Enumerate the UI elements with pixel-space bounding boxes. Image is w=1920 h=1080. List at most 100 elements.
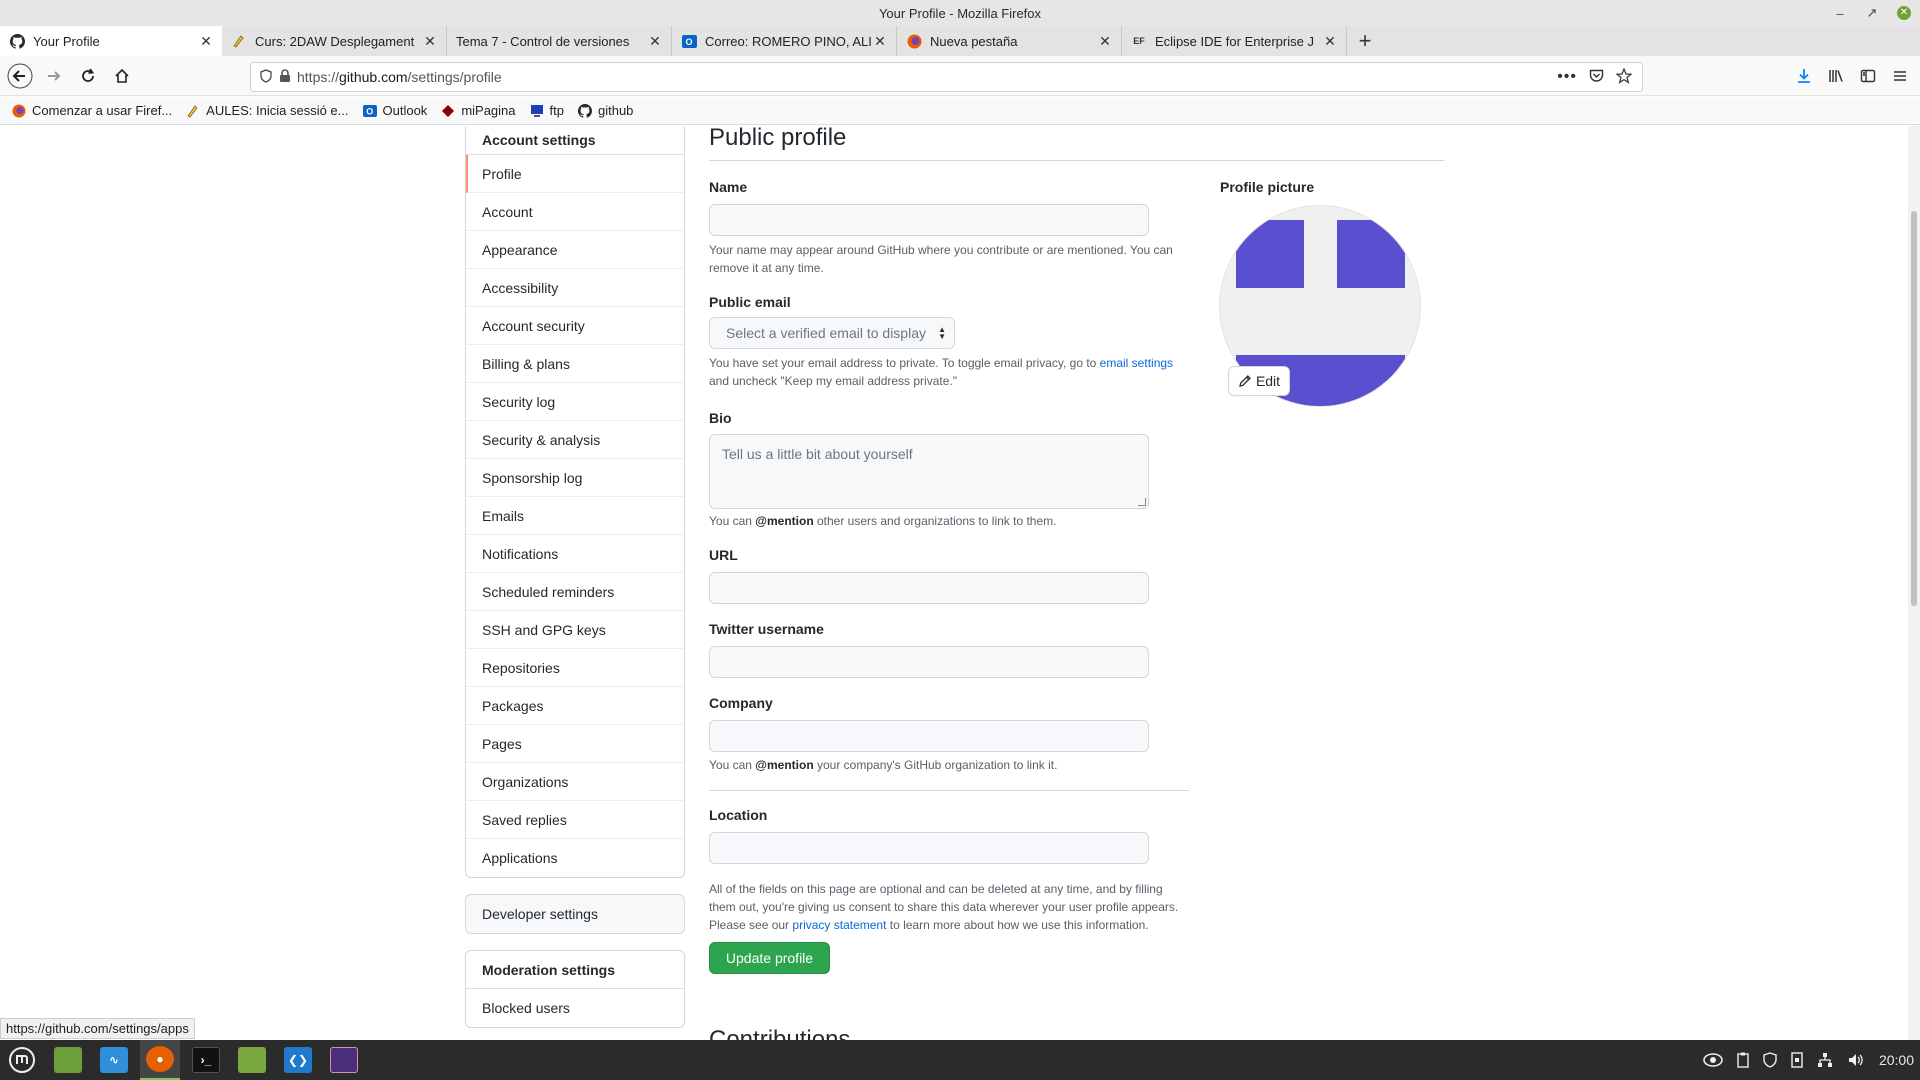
bookmark-mipagina[interactable]: miPagina [441,103,516,118]
library-icon[interactable] [1820,60,1852,92]
vertical-scrollbar[interactable] [1908,126,1920,1052]
volume-icon[interactable] [1847,1052,1863,1068]
update-profile-button[interactable]: Update profile [709,942,830,974]
taskbar-eclipse[interactable] [324,1040,364,1080]
close-tab-icon[interactable]: ✕ [422,33,438,50]
bookmark-ftp[interactable]: ftp [530,103,564,118]
public-email-select[interactable]: Select a verified email to display ▲ ▼ [709,317,955,349]
scrollbar-thumb[interactable] [1911,211,1917,606]
sidebar-item-accessibility[interactable]: Accessibility [466,269,684,307]
maximize-icon[interactable]: ↗ [1856,5,1888,21]
clock[interactable]: 20:00 [1879,1052,1914,1068]
sidebar-item-appearance[interactable]: Appearance [466,231,684,269]
forward-button[interactable] [38,60,70,92]
moderation-settings-heading: Moderation settings [466,951,684,989]
lock-icon[interactable] [279,68,291,86]
bookmark-comenzar[interactable]: Comenzar a usar Firef... [12,103,172,118]
sidebar-item-sponsorship-log[interactable]: Sponsorship log [466,459,684,497]
taskbar-monitor[interactable]: ∿ [94,1040,134,1080]
taskbar-folder[interactable] [232,1040,272,1080]
tracking-shield-icon[interactable] [259,68,273,86]
privacy-statement-link[interactable]: privacy statement [792,918,886,932]
account-settings-menu: Account settings Profile Account Appeara… [465,126,685,878]
eye-icon[interactable] [1703,1052,1723,1068]
resize-grip-icon[interactable] [1138,498,1146,506]
sidebar-item-scheduled-reminders[interactable]: Scheduled reminders [466,573,684,611]
sidebar-item-blocked-users[interactable]: Blocked users [466,989,684,1027]
hamburger-menu-icon[interactable] [1884,60,1916,92]
sidebar-item-security-log[interactable]: Security log [466,383,684,421]
close-tab-icon[interactable]: ✕ [1097,33,1113,50]
avatar-block [1337,220,1405,288]
close-window-icon[interactable]: ✕ [1897,6,1911,20]
sidebar-item-notifications[interactable]: Notifications [466,535,684,573]
forward-arrow-icon [48,70,61,81]
tab-correo[interactable]: O Correo: ROMERO PINO, ALI ✕ [672,26,897,56]
sidebar-item-packages[interactable]: Packages [466,687,684,725]
downloads-icon[interactable] [1788,60,1820,92]
bookmark-aules[interactable]: AULES: Inicia sessió e... [186,103,349,118]
moodle-icon [231,33,247,49]
home-button[interactable] [106,60,138,92]
page-actions-icon[interactable]: ••• [1557,68,1577,86]
taskbar-files[interactable] [48,1040,88,1080]
tab-nueva-pestana[interactable]: Nueva pestaña ✕ [897,26,1122,56]
mint-menu-button[interactable] [2,1040,42,1080]
sidebar-item-repositories[interactable]: Repositories [466,649,684,687]
sidebar-item-profile[interactable]: Profile [466,155,684,193]
url-bar[interactable]: https://github.com/settings/profile ••• [250,62,1643,92]
name-input[interactable] [709,204,1149,236]
sidebar-item-account[interactable]: Account [466,193,684,231]
clipboard-icon[interactable] [1737,1052,1749,1068]
edit-avatar-button[interactable]: Edit [1228,366,1290,396]
tab-tema-7[interactable]: Tema 7 - Control de versiones ✕ [447,26,672,56]
sidebar-item-applications[interactable]: Applications [466,839,684,877]
reload-button[interactable] [72,60,104,92]
tab-label: Tema 7 - Control de versiones [456,33,630,49]
sidebar-item-security-analysis[interactable]: Security & analysis [466,421,684,459]
close-tab-icon[interactable]: ✕ [872,33,888,50]
close-tab-icon[interactable]: ✕ [1322,33,1338,50]
taskbar-firefox[interactable]: ● [140,1040,180,1080]
tab-label: Eclipse IDE for Enterprise J [1155,33,1314,49]
network-icon[interactable] [1817,1052,1833,1068]
sidebar-item-account-security[interactable]: Account security [466,307,684,345]
display-icon[interactable] [1791,1052,1803,1068]
back-button[interactable] [4,60,36,92]
close-tab-icon[interactable]: ✕ [647,33,663,50]
twitter-input[interactable] [709,646,1149,678]
toolbar-right [1788,60,1920,92]
sidebar-item-saved-replies[interactable]: Saved replies [466,801,684,839]
sidebar-toggle-icon[interactable] [1852,60,1884,92]
bio-textarea[interactable]: Tell us a little bit about yourself [709,434,1149,509]
new-tab-button[interactable]: + [1347,26,1383,56]
sidebar-item-developer-settings[interactable]: Developer settings [466,895,684,933]
close-tab-icon[interactable]: ✕ [198,33,214,50]
taskbar-vscode[interactable]: ❮❯ [278,1040,318,1080]
tab-curs-2daw[interactable]: Curs: 2DAW Desplegament ✕ [222,26,447,56]
url-input[interactable] [709,572,1149,604]
pocket-icon[interactable] [1589,69,1604,86]
bookmark-github[interactable]: github [577,103,633,118]
url-text[interactable]: https://github.com/settings/profile [297,69,1557,85]
sidebar-item-ssh-gpg-keys[interactable]: SSH and GPG keys [466,611,684,649]
taskbar-terminal[interactable]: ›_ [186,1040,226,1080]
firefox-icon [12,104,26,118]
url-actions: ••• [1557,66,1642,87]
sidebar-item-organizations[interactable]: Organizations [466,763,684,801]
company-input[interactable] [709,720,1149,752]
bookmark-star-icon[interactable] [1615,66,1633,87]
sidebar-item-billing-plans[interactable]: Billing & plans [466,345,684,383]
page-title: Public profile [709,126,1444,161]
firefox-icon: ● [146,1046,174,1072]
sidebar-item-pages[interactable]: Pages [466,725,684,763]
minimize-icon[interactable]: – [1824,6,1856,21]
shield-icon[interactable] [1763,1052,1777,1068]
tab-your-profile[interactable]: Your Profile ✕ [0,26,222,56]
sidebar-item-emails[interactable]: Emails [466,497,684,535]
bookmark-outlook[interactable]: O Outlook [362,103,427,118]
email-settings-link[interactable]: email settings [1100,356,1173,370]
pencil-icon [1239,375,1251,387]
location-input[interactable] [709,832,1149,864]
tab-eclipse-ide[interactable]: EF Eclipse IDE for Enterprise J ✕ [1122,26,1347,56]
